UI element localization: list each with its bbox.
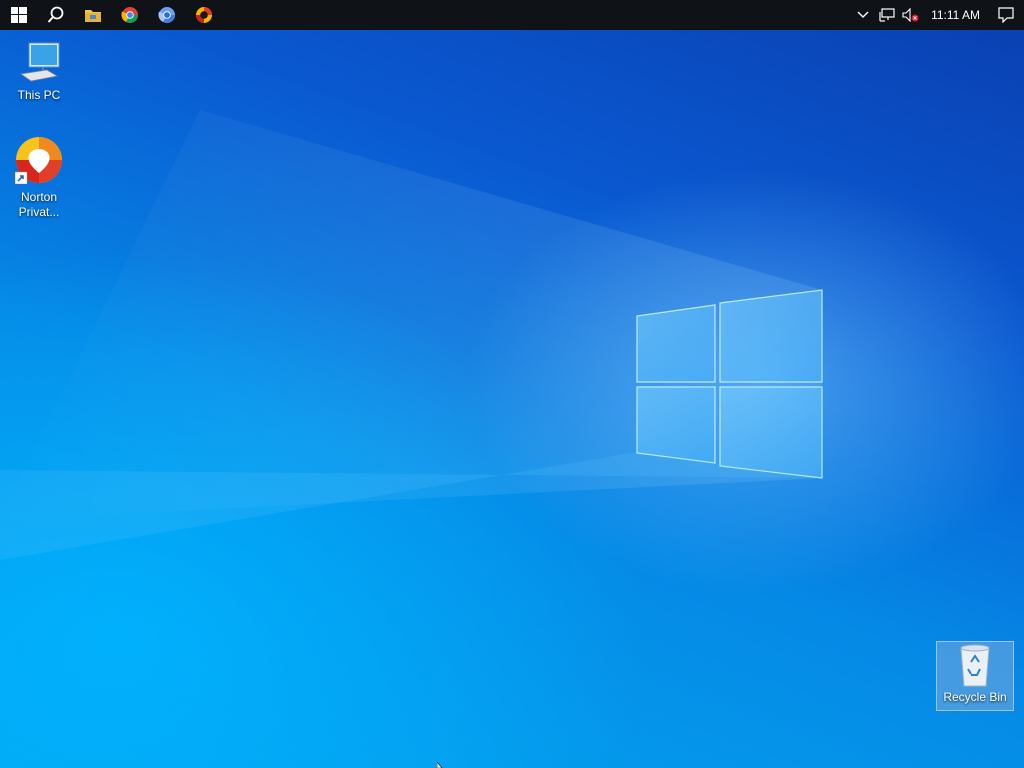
chrome-icon <box>120 7 138 23</box>
taskbar-clock[interactable]: 11:11 AM <box>923 8 988 22</box>
network-icon <box>879 8 895 22</box>
desktop-icon-label: This PC <box>17 88 61 102</box>
desktop-icon-label: Recycle Bin <box>943 690 1007 704</box>
desktop-icon-norton-private-browser[interactable]: Norton Privat... <box>1 136 77 220</box>
recycle-bin-icon <box>960 644 990 687</box>
desktop-icon-recycle-bin[interactable]: Recycle Bin <box>936 641 1014 711</box>
action-center-icon <box>998 7 1014 23</box>
chevron-up-icon <box>857 11 869 18</box>
norton-private-browser-icon <box>14 136 63 185</box>
norton-browser-button[interactable] <box>185 0 222 30</box>
action-center-button[interactable] <box>988 0 1024 30</box>
volume-muted-icon <box>902 8 919 22</box>
chromium-button[interactable] <box>148 0 185 30</box>
volume-button[interactable] <box>899 0 923 30</box>
taskbar: 11:11 AM <box>0 0 1024 30</box>
search-icon <box>47 6 63 23</box>
desktop-icon-label-line2: Privat... <box>18 205 60 219</box>
windows-logo-wallpaper <box>0 110 823 560</box>
desktop-icon-this-pc[interactable]: This PC <box>1 40 77 103</box>
system-tray: 11:11 AM <box>851 0 1024 30</box>
network-button[interactable] <box>875 0 899 30</box>
norton-browser-icon <box>195 7 212 23</box>
file-explorer-button[interactable] <box>74 0 111 30</box>
file-explorer-icon <box>84 10 101 22</box>
chrome-button[interactable] <box>111 0 148 30</box>
search-button[interactable] <box>37 0 74 30</box>
desktop-icon-label-line1: Norton <box>20 190 58 204</box>
mouse-cursor-icon <box>437 762 443 768</box>
show-hidden-icons-button[interactable] <box>851 0 875 30</box>
computer-icon <box>19 42 60 82</box>
start-button[interactable] <box>0 0 37 30</box>
desktop-screen: 11:11 AM This PC Norton Privat... Recycl… <box>0 0 1024 768</box>
chromium-icon <box>157 7 175 23</box>
windows-start-icon <box>10 7 27 23</box>
